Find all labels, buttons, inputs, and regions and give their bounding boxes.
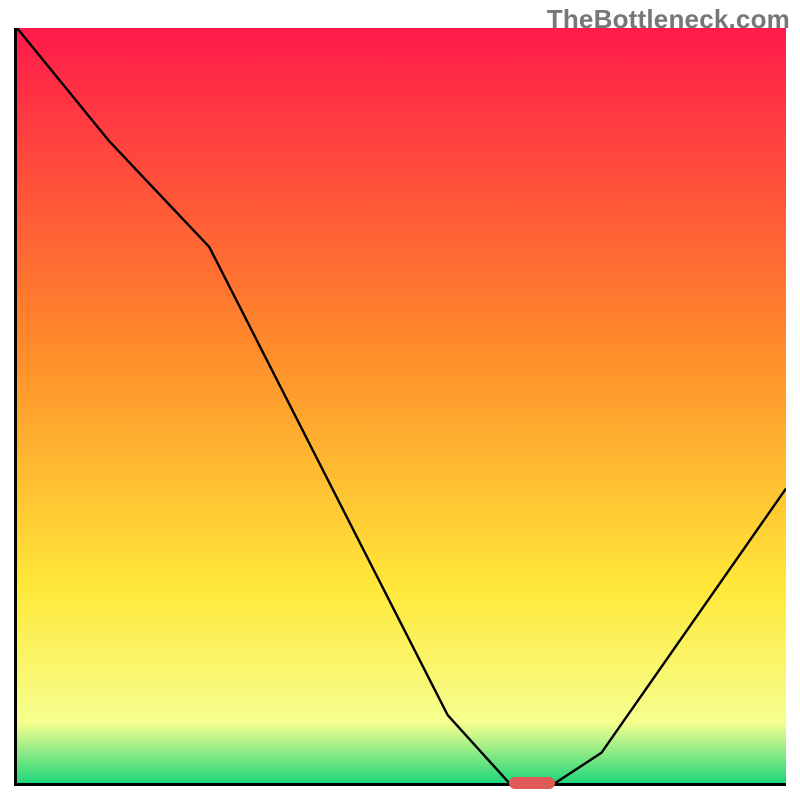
background-gradient bbox=[17, 28, 786, 783]
plot-area bbox=[17, 28, 786, 783]
chart-container: TheBottleneck.com bbox=[0, 0, 800, 800]
optimal-zone-marker bbox=[509, 777, 555, 789]
plot-frame bbox=[14, 28, 786, 786]
